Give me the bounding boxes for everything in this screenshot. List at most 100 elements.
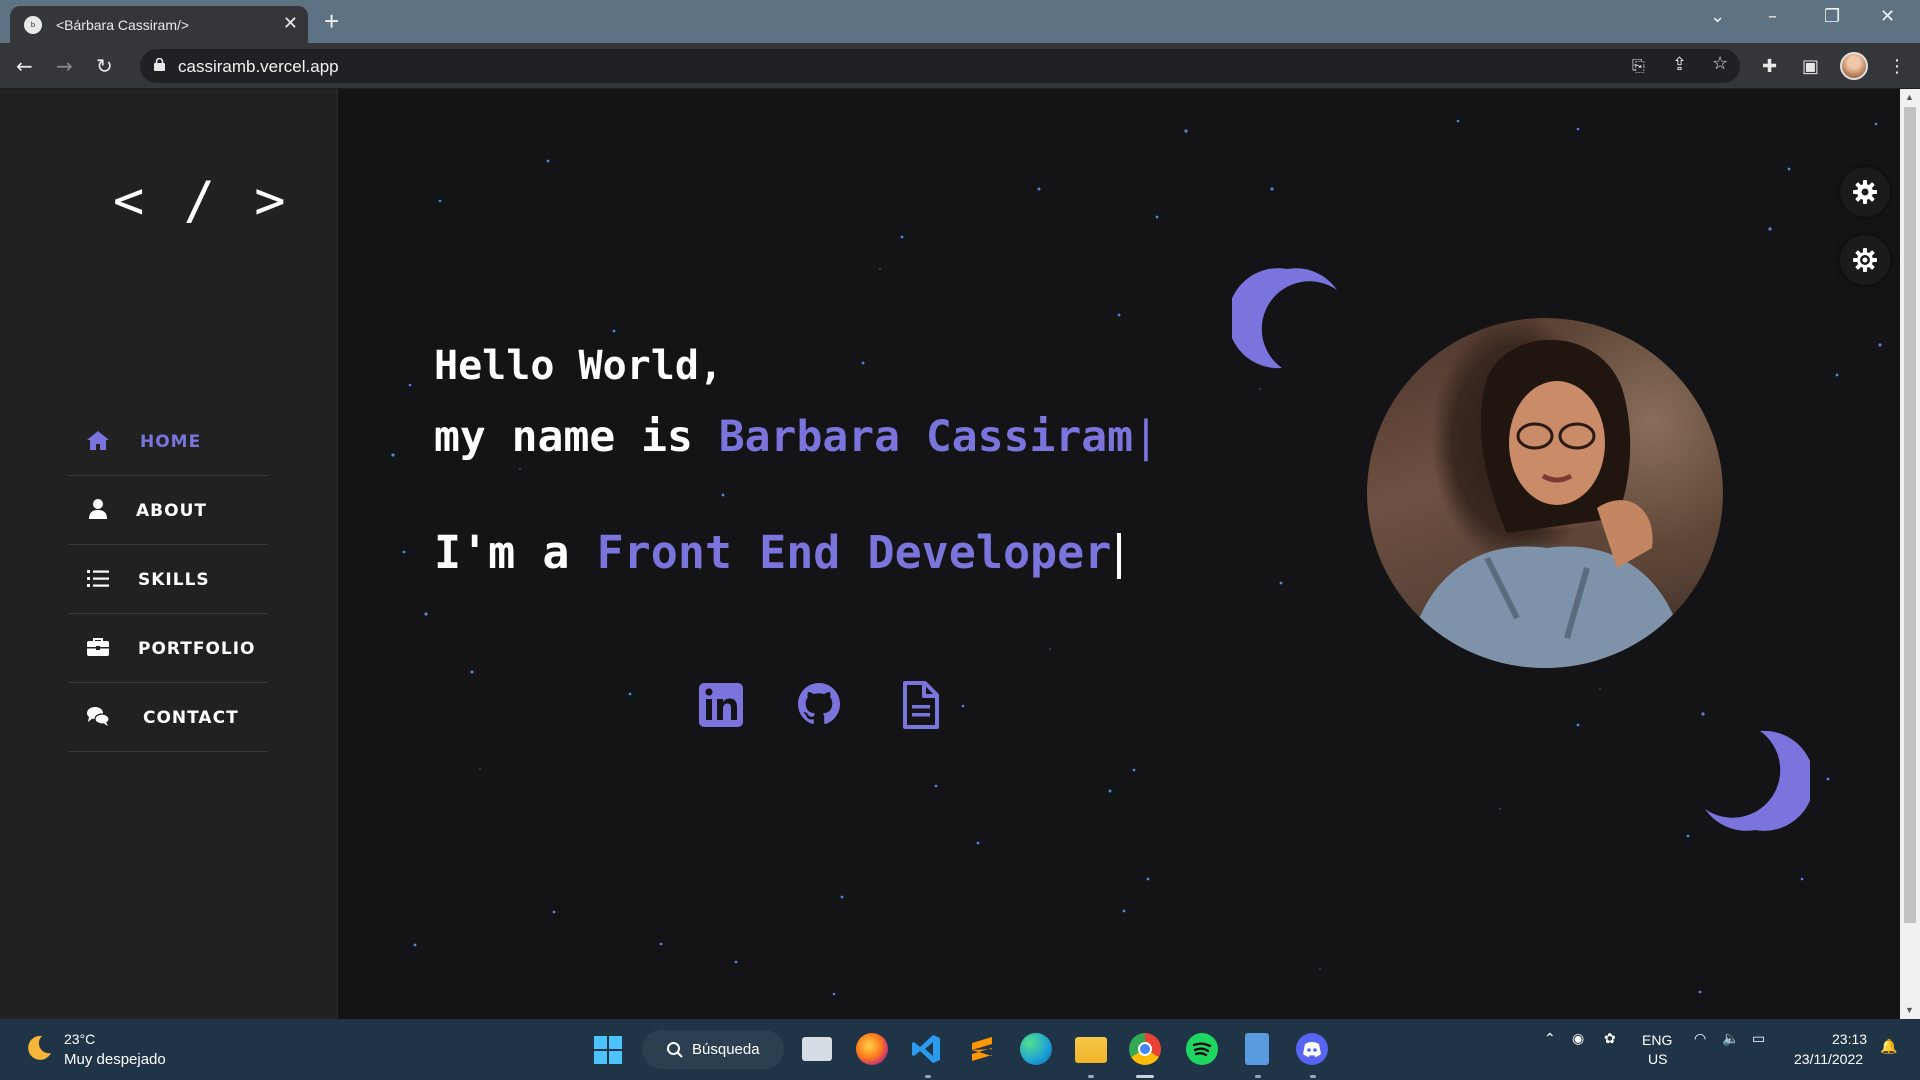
tray-overflow-icon[interactable]: ⌃ (1544, 1031, 1556, 1047)
github-icon[interactable] (795, 679, 843, 731)
vscode-icon[interactable] (910, 1033, 942, 1065)
page: < / > HOME ABOUT SKILLS PORTFOLIO CONTAC… (0, 89, 1900, 1019)
lock-icon (154, 58, 165, 71)
settings-button[interactable] (1840, 167, 1890, 217)
sidebar-item-about[interactable]: ABOUT (68, 476, 268, 545)
sidebar-item-label: CONTACT (143, 708, 239, 728)
vscode-running-indicator (925, 1075, 931, 1078)
close-window-button[interactable]: ✕ (1880, 6, 1895, 27)
browser-tab[interactable]: b <Bárbara Cassiram/> ✕ (10, 6, 308, 43)
crescent-decoration-bottom (1705, 730, 1810, 831)
weather-condition[interactable]: Muy despejado (64, 1051, 166, 1068)
new-tab-button[interactable]: + (324, 6, 339, 37)
comments-icon (87, 707, 110, 726)
list-icon (87, 570, 109, 587)
weather-moon-icon[interactable] (24, 1033, 54, 1063)
file-explorer-icon[interactable] (1075, 1037, 1107, 1063)
browser-tab-bar: b <Bárbara Cassiram/> ✕ + ⌄ – ❐ ✕ (0, 0, 1920, 43)
chrome-active-indicator (1136, 1075, 1154, 1078)
sidebar-nav: HOME ABOUT SKILLS PORTFOLIO CONTACT (68, 407, 268, 752)
profile-avatar[interactable] (1840, 52, 1868, 80)
back-button[interactable]: ← (16, 54, 33, 78)
firefox-icon[interactable] (856, 1033, 888, 1065)
edge-icon[interactable] (1020, 1033, 1052, 1065)
sidebar-item-label: HOME (140, 432, 202, 452)
restore-button[interactable]: ❐ (1824, 6, 1840, 27)
hero-name-line: my name is Barbara Cassiram| (434, 412, 1159, 462)
start-windows-icon[interactable] (594, 1036, 622, 1064)
profile-photo (1367, 318, 1723, 668)
name-prefix: my name is (434, 412, 719, 462)
minimize-button[interactable]: – (1768, 6, 1777, 27)
theme-toggle-button[interactable] (1840, 235, 1890, 285)
gear-icon (1853, 180, 1877, 204)
menu-kebab-icon[interactable]: ⋮ (1888, 56, 1906, 77)
notification-bell-icon[interactable]: 🔔 (1880, 1039, 1897, 1055)
scroll-up-arrow[interactable]: ▲ (1905, 92, 1914, 102)
notepad-icon[interactable] (1245, 1033, 1269, 1065)
discord-running-indicator (1310, 1075, 1316, 1078)
crescent-decoration-top (1232, 268, 1337, 369)
typing-caret (1117, 533, 1122, 579)
hero-greeting: Hello World, (434, 343, 723, 389)
name-caret: | (1133, 412, 1159, 462)
steam-icon[interactable]: ◉ (1572, 1031, 1584, 1047)
user-icon (89, 499, 107, 519)
sidebar-item-label: PORTFOLIO (138, 639, 256, 659)
bookmark-star-icon[interactable]: ☆ (1712, 53, 1728, 74)
volume-icon[interactable]: 🔈 (1722, 1031, 1739, 1047)
sidebar-item-portfolio[interactable]: PORTFOLIO (68, 614, 268, 683)
tab-title: <Bárbara Cassiram/> (56, 17, 190, 33)
role-prefix: I'm a (434, 526, 597, 579)
language-indicator-top[interactable]: ENG (1642, 1032, 1672, 1048)
page-scrollbar[interactable]: ▲ ▼ (1900, 89, 1920, 1019)
notepad-running-indicator (1255, 1075, 1261, 1078)
spotify-icon[interactable] (1186, 1033, 1218, 1065)
search-icon (667, 1042, 683, 1058)
language-indicator-bottom[interactable]: US (1648, 1051, 1667, 1067)
linkedin-icon[interactable] (697, 679, 745, 731)
home-icon (87, 431, 109, 450)
sidebar-item-contact[interactable]: CONTACT (68, 683, 268, 752)
tab-favicon: b (24, 16, 42, 34)
wifi-icon[interactable]: ◠ (1694, 1031, 1706, 1047)
reload-button[interactable]: ↻ (96, 54, 113, 78)
briefcase-icon (87, 638, 109, 656)
sidebar-item-skills[interactable]: SKILLS (68, 545, 268, 614)
scroll-down-arrow[interactable]: ▼ (1905, 1005, 1914, 1015)
sublime-text-icon[interactable] (966, 1033, 998, 1065)
forward-button[interactable]: → (56, 54, 73, 78)
discord-icon[interactable] (1296, 1033, 1328, 1065)
address-bar[interactable]: cassiramb.vercel.app ⎘ ⇪ ☆ (140, 49, 1740, 83)
translate-icon[interactable]: ⎘ (1632, 56, 1645, 76)
url-text: cassiramb.vercel.app (178, 57, 339, 76)
clock-date[interactable]: 23/11/2022 (1794, 1051, 1863, 1067)
sidebar: < / > HOME ABOUT SKILLS PORTFOLIO CONTAC… (0, 89, 338, 1019)
taskbar-search[interactable]: Búsqueda (642, 1030, 784, 1069)
sidebar-item-home[interactable]: HOME (68, 407, 268, 476)
sidebar-item-label: SKILLS (138, 570, 210, 590)
extensions-icon[interactable]: ✚ (1762, 56, 1777, 77)
resume-document-icon[interactable] (895, 679, 943, 731)
taskbar: 23°C Muy despejado Búsqueda ⌃ ◉ ✿ ENG US… (0, 1019, 1920, 1080)
clock-time[interactable]: 23:13 (1832, 1031, 1867, 1047)
greeting-text: Hello World, (434, 343, 723, 389)
color-picker-icon[interactable]: ✿ (1604, 1031, 1616, 1047)
chrome-icon[interactable] (1129, 1033, 1161, 1065)
browser-toolbar: ← → ↻ cassiramb.vercel.app ⎘ ⇪ ☆ ✚ ▣ ⋮ (0, 43, 1920, 89)
site-logo[interactable]: < / > (113, 171, 290, 231)
sun-gear-icon (1853, 248, 1877, 272)
share-icon[interactable]: ⇪ (1672, 54, 1687, 75)
side-panel-icon[interactable]: ▣ (1802, 56, 1819, 77)
weather-temperature[interactable]: 23°C (64, 1031, 95, 1047)
scrollbar-thumb[interactable] (1904, 107, 1916, 923)
tab-close-icon[interactable]: ✕ (283, 13, 298, 34)
search-label: Búsqueda (692, 1041, 760, 1058)
developer-role: Front End Developer (596, 526, 1112, 579)
battery-icon[interactable]: ▭ (1752, 1031, 1765, 1047)
task-view-icon[interactable] (802, 1037, 832, 1061)
tab-search-icon[interactable]: ⌄ (1710, 6, 1725, 27)
sidebar-item-label: ABOUT (136, 501, 207, 521)
hero-role-line: I'm a Front End Developer (434, 526, 1122, 579)
developer-name: Barbara Cassiram (718, 412, 1133, 462)
